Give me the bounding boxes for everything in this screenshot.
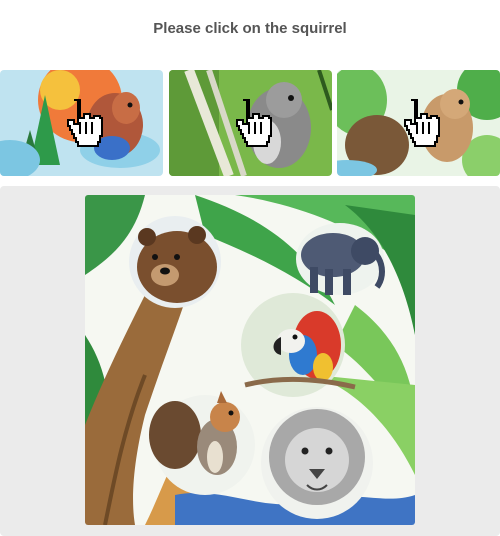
example-image-1	[0, 70, 163, 176]
bear[interactable]	[129, 216, 221, 308]
jungle-scene	[85, 195, 415, 525]
pointer-hand-icon	[403, 99, 440, 148]
challenge-image[interactable]	[85, 195, 415, 525]
example-images-row	[0, 70, 500, 176]
challenge-prompt: Please click on the squirrel	[153, 20, 347, 37]
lion[interactable]	[261, 407, 373, 519]
example-image-3	[337, 70, 500, 176]
pointer-hand-icon	[66, 99, 103, 148]
elephant[interactable]	[296, 223, 385, 295]
example-image-2	[169, 70, 332, 176]
pointer-hand-icon	[235, 99, 272, 148]
